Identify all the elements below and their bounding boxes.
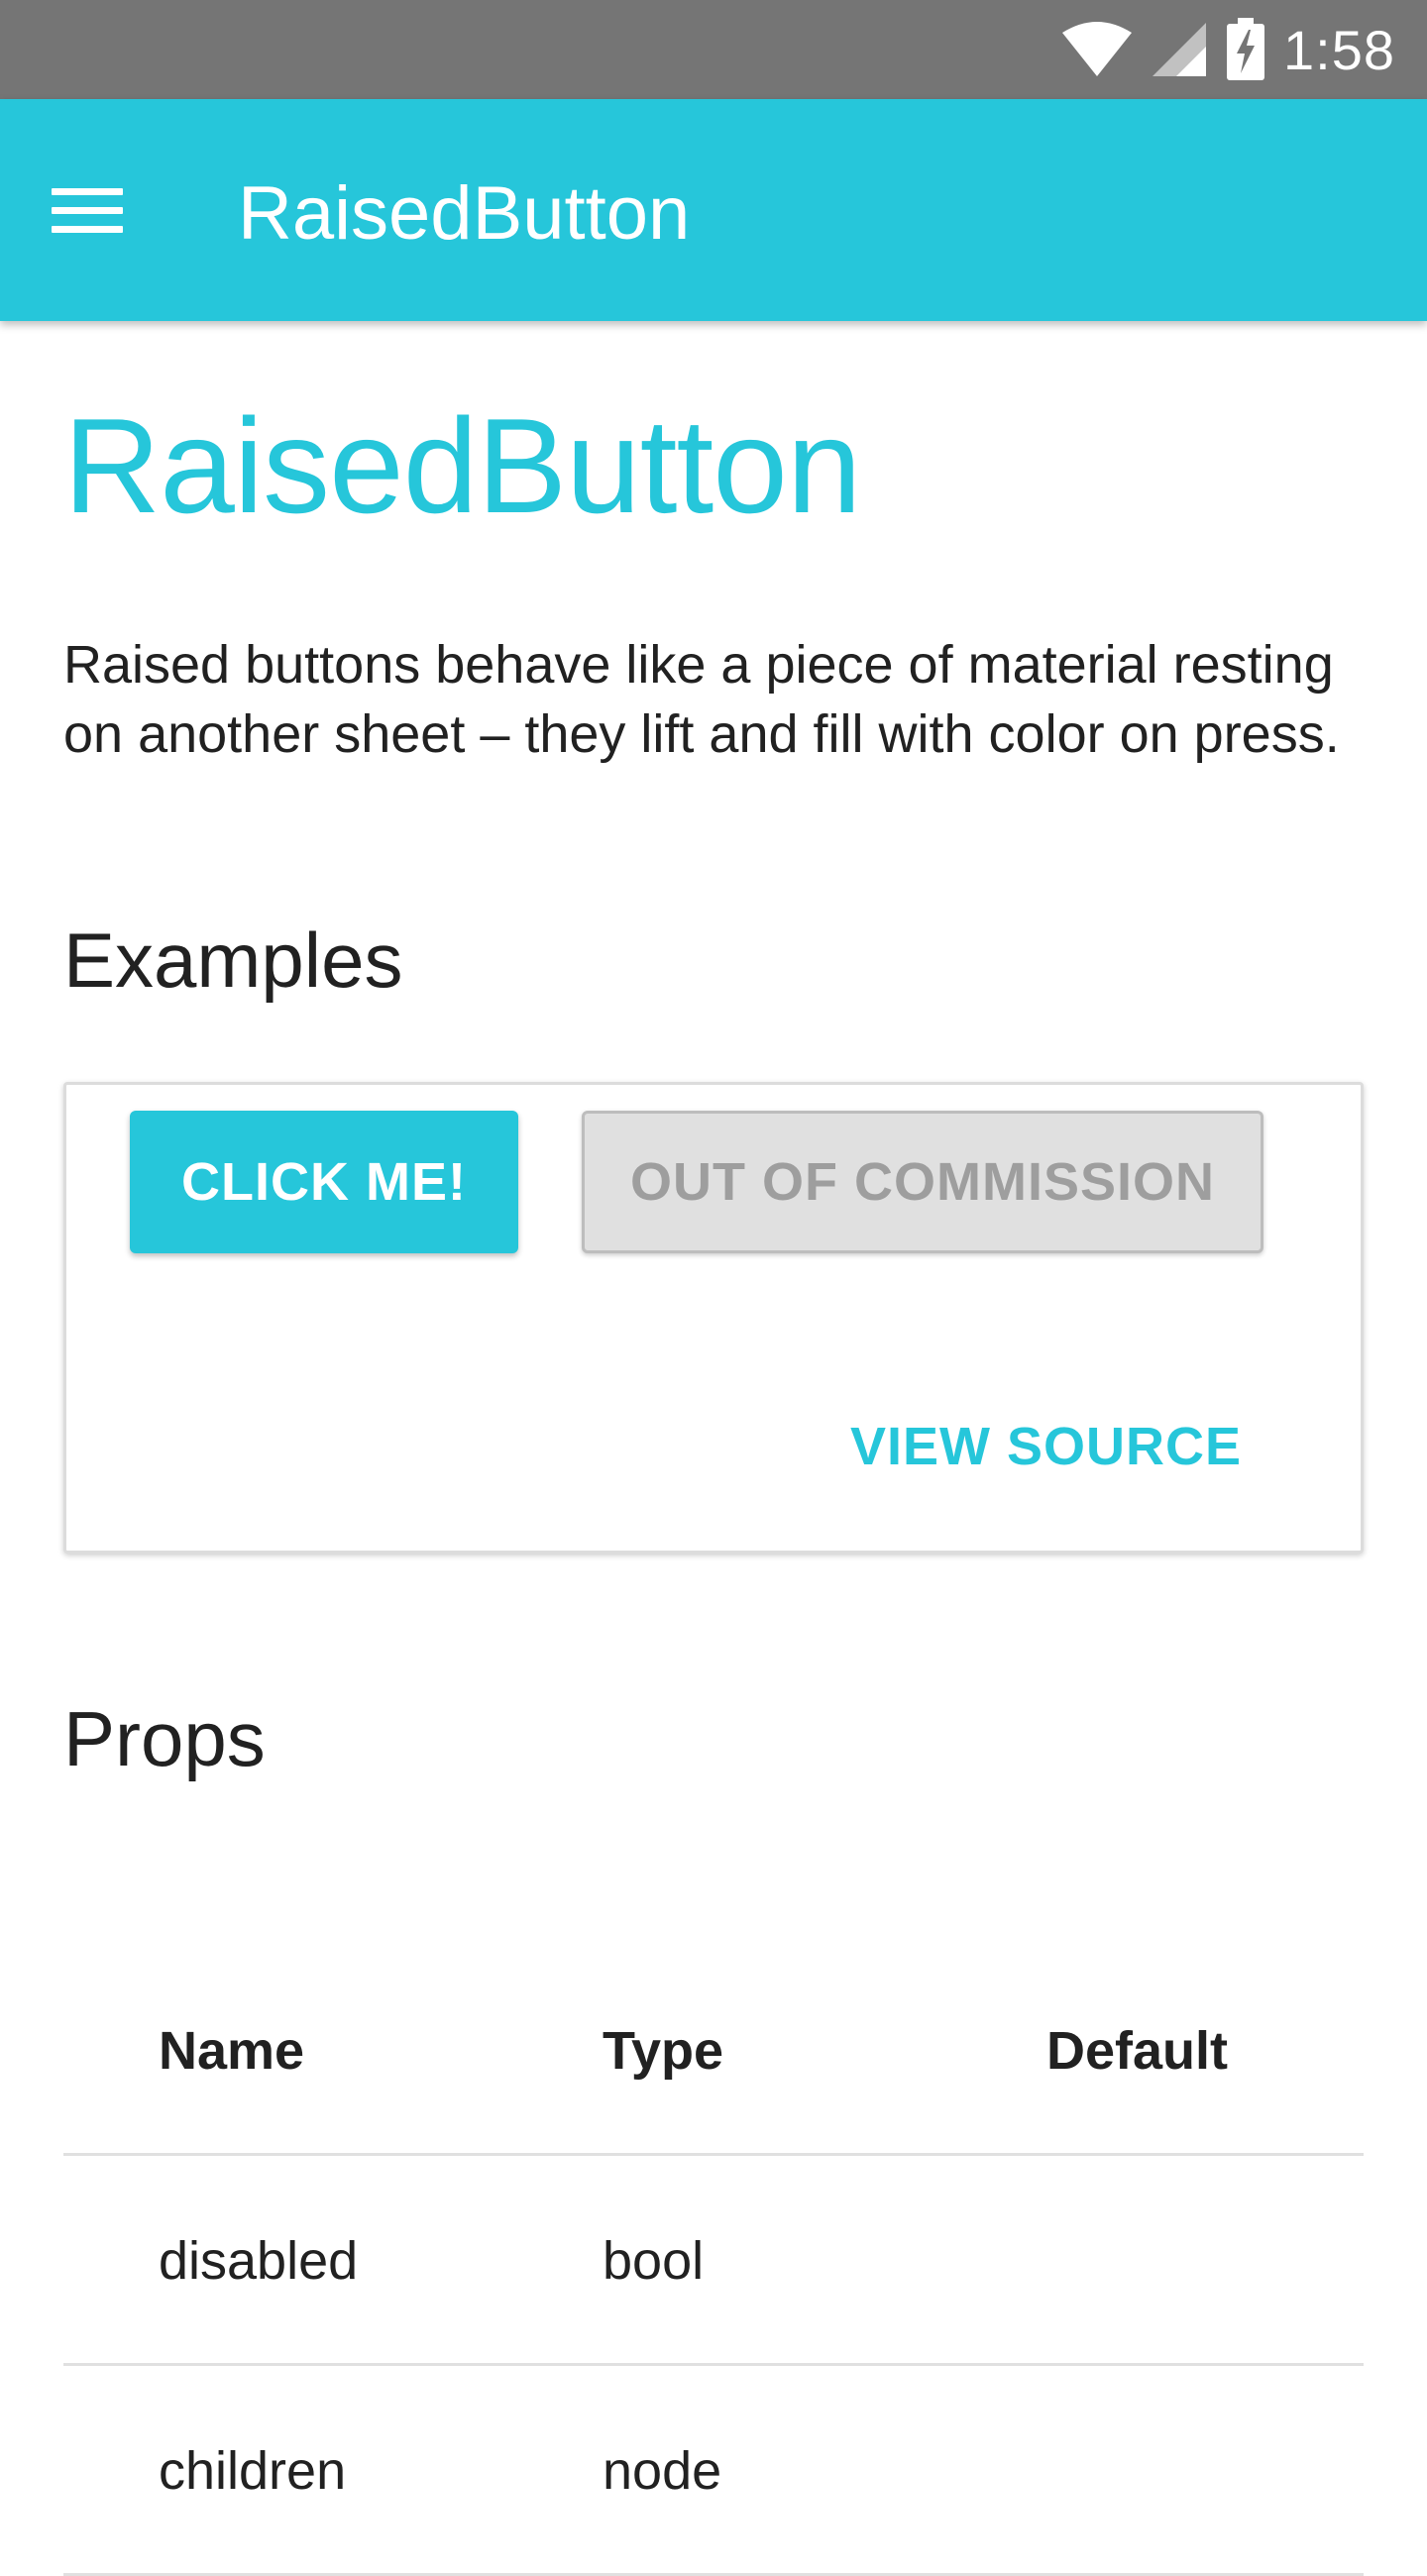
page-title: RaisedButton <box>63 390 862 541</box>
prop-type-cell: node <box>603 2441 722 2501</box>
table-header: Name Type Default <box>63 1946 1364 2156</box>
app-bar: RaisedButton <box>0 99 1427 321</box>
page-description: Raised buttons behave like a piece of ma… <box>63 635 1340 764</box>
column-header-default: Default <box>1046 2021 1229 2081</box>
out-of-commission-button: OUT OF COMMISSION <box>582 1111 1263 1253</box>
column-header-name: Name <box>159 2021 305 2081</box>
prop-type-cell: bool <box>603 2231 705 2291</box>
examples-heading: Examples <box>63 916 403 1004</box>
table-row: disabled bool <box>63 2156 1364 2366</box>
status-icons: 1:58 <box>1061 18 1395 81</box>
hamburger-menu-icon[interactable] <box>50 182 125 238</box>
props-heading: Props <box>63 1695 266 1782</box>
app-bar-title: RaisedButton <box>238 171 691 256</box>
view-source-button[interactable]: VIEW SOURCE <box>850 1416 1242 1477</box>
battery-charging-icon <box>1227 18 1264 80</box>
prop-name-cell: children <box>159 2441 347 2501</box>
example-card: CLICK ME! OUT OF COMMISSION VIEW SOURCE <box>63 1082 1364 1554</box>
status-bar: 1:58 <box>0 0 1427 99</box>
table-row: children node <box>63 2366 1364 2576</box>
click-me-button[interactable]: CLICK ME! <box>130 1111 518 1253</box>
cell-signal-icon <box>1153 23 1206 76</box>
status-time: 1:58 <box>1283 18 1395 81</box>
wifi-icon <box>1062 22 1132 76</box>
prop-name-cell: disabled <box>159 2231 359 2291</box>
props-table: Name Type Default disabled bool children… <box>63 1946 1364 2576</box>
column-header-type: Type <box>603 2021 724 2081</box>
